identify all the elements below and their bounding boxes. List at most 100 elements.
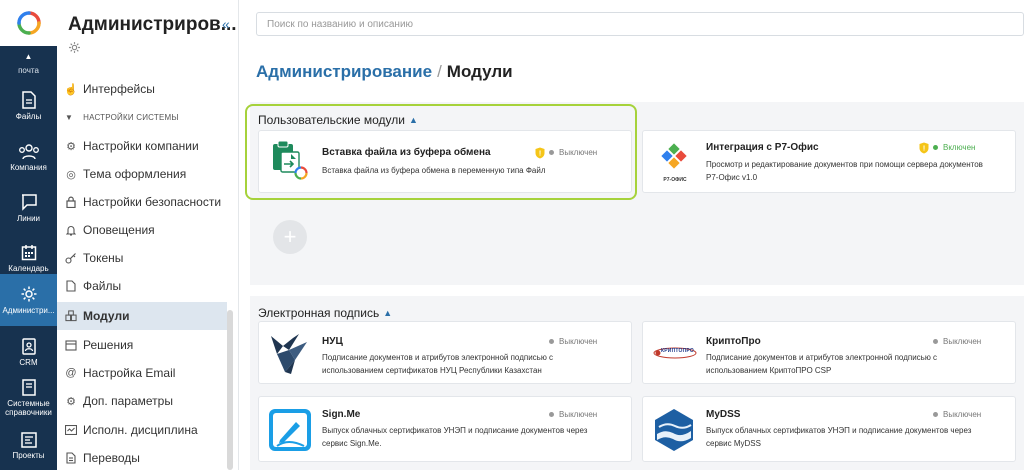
breadcrumb-root-link[interactable]: Администрирование <box>256 62 432 81</box>
translate-icon <box>65 452 77 464</box>
rail-item-label: CRM <box>19 357 38 367</box>
app-rail: ▲ почта Файлы Компания Линии Календарь А… <box>0 0 57 470</box>
rail-item-mail-label[interactable]: почта <box>0 66 57 75</box>
plus-icon: + <box>283 224 297 249</box>
sidebar-scrollbar[interactable] <box>227 310 233 470</box>
rail-item-administration[interactable]: Администри... <box>0 274 57 326</box>
rail-item-label: Календарь <box>8 263 49 273</box>
shield-icon: ! <box>919 141 929 159</box>
rail-item-label: Файлы <box>15 112 42 121</box>
logo-icon <box>16 11 41 35</box>
sidebar-item-label: Файлы <box>83 279 122 293</box>
chat-icon <box>21 194 37 211</box>
people-icon <box>18 144 39 160</box>
section-title-label: Электронная подпись <box>258 306 380 320</box>
module-status-label: Выключен <box>559 337 598 346</box>
nuc-logo-icon <box>269 332 309 381</box>
sidebar-item-company-settings[interactable]: ⚙ Настройки компании <box>57 132 227 160</box>
highlight-frame <box>245 104 637 200</box>
sidebar-item-label: Переводы <box>83 451 140 465</box>
sidebar-item-files[interactable]: Файлы <box>57 272 227 300</box>
signme-logo-icon <box>268 408 312 457</box>
status-dot <box>933 412 938 417</box>
status-dot <box>549 339 554 344</box>
sidebar-item-label: Доп. параметры <box>83 394 173 408</box>
sidebar-item-security[interactable]: Настройки безопасности <box>57 188 227 216</box>
rail-item-projects[interactable]: Проекты <box>0 420 57 470</box>
sliders-icon: ⚙ <box>66 140 76 153</box>
module-card-mydss[interactable]: MyDSS Выключен Выпуск облачных сертифика… <box>642 396 1016 462</box>
book-icon <box>21 379 36 396</box>
sidebar-settings-icon[interactable] <box>68 41 81 59</box>
rail-item-label: Компания <box>10 163 47 172</box>
chevron-up-icon: ▲ <box>383 308 393 318</box>
r7-office-logo-caption: Р7-ОФИС <box>663 177 687 183</box>
sidebar-item-solutions[interactable]: Решения <box>57 331 227 359</box>
sidebar-item-label: Тема оформления <box>83 167 187 181</box>
key-icon <box>65 252 77 264</box>
rail-item-company[interactable]: Компания <box>0 132 57 184</box>
add-module-button[interactable]: + <box>273 220 307 254</box>
module-description: Просмотр и редактирование документов при… <box>706 160 983 182</box>
sidebar-section-label: НАСТРОЙКИ СИСТЕМЫ <box>83 113 179 122</box>
module-status: Выключен <box>549 410 597 419</box>
solutions-icon <box>65 339 77 351</box>
interface-icon: ☝ <box>64 83 78 96</box>
module-name: MyDSS <box>706 409 741 420</box>
rail-scroll-up-icon[interactable]: ▲ <box>0 52 57 61</box>
palette-icon: ◎ <box>66 168 76 181</box>
module-card-cryptopro[interactable]: КРИПТОПРО КриптоПро Выключен Подписание … <box>642 321 1016 384</box>
sidebar-item-label: Модули <box>83 309 130 323</box>
cryptopro-logo-caption: КРИПТОПРО <box>661 348 694 354</box>
caret-down-icon: ▼ <box>65 113 74 122</box>
collapse-sidebar-icon[interactable]: « <box>222 16 230 32</box>
status-dot <box>933 339 938 344</box>
module-card-r7-office[interactable]: Р7-ОФИС Интеграция с Р7-Офис ! Включен П… <box>642 130 1016 193</box>
admin-sidebar: Администриров... « ☝ Интерфейсы ▼ НАСТРО… <box>57 0 239 470</box>
sidebar-item-notifications[interactable]: Оповещения <box>57 216 227 244</box>
module-status: Выключен <box>549 337 597 346</box>
module-status-label: Выключен <box>943 337 982 346</box>
bell-icon <box>65 224 77 236</box>
module-status-label: Выключен <box>943 410 982 419</box>
sidebar-item-translations[interactable]: Переводы <box>57 444 227 470</box>
rail-item-lines[interactable]: Линии <box>0 182 57 234</box>
file-icon <box>65 280 77 292</box>
cryptopro-logo-icon: КРИПТОПРО <box>653 346 697 364</box>
module-name: Sign.Me <box>322 409 361 420</box>
module-status: Включен <box>933 143 975 152</box>
sidebar-item-modules[interactable]: Модули <box>57 302 227 330</box>
r7-office-logo-icon: Р7-ОФИС <box>655 143 695 183</box>
sidebar-item-label: Оповещения <box>83 223 155 237</box>
rail-item-files[interactable]: Файлы <box>0 80 57 132</box>
status-dot <box>549 412 554 417</box>
sidebar-item-label: Настройка Email <box>83 366 176 380</box>
sidebar-section-system-settings[interactable]: ▼ НАСТРОЙКИ СИСТЕМЫ <box>65 113 179 122</box>
sidebar-item-discipline[interactable]: Исполн. дисциплина <box>57 416 227 444</box>
mydss-logo-icon <box>651 407 697 458</box>
module-status-label: Выключен <box>559 410 598 419</box>
module-description: Подписание документов и атрибутов электр… <box>322 353 554 375</box>
sidebar-item-interfaces[interactable]: ☝ Интерфейсы <box>57 75 227 103</box>
app-logo[interactable] <box>0 0 57 46</box>
module-description: Выпуск облачных сертификатов УНЭП и подп… <box>706 426 972 448</box>
module-card-nuc[interactable]: НУЦ Выключен Подписание документов и атр… <box>258 321 632 384</box>
module-name: НУЦ <box>322 336 343 347</box>
breadcrumb-separator: / <box>437 62 442 81</box>
sidebar-item-label: Интерфейсы <box>83 82 155 96</box>
svg-text:!: ! <box>923 146 925 153</box>
sidebar-item-theme[interactable]: ◎ Тема оформления <box>57 160 227 188</box>
calendar-icon <box>21 244 36 260</box>
rail-item-directories[interactable]: Системные справочники <box>0 370 57 426</box>
search-input[interactable] <box>256 12 1024 36</box>
sidebar-item-email-settings[interactable]: @ Настройка Email <box>57 359 227 387</box>
crm-icon <box>21 337 36 355</box>
sidebar-item-extra-params[interactable]: ⚙ Доп. параметры <box>57 387 227 415</box>
sidebar-title: Администриров... <box>68 14 237 35</box>
section-title-e-signature[interactable]: Электронная подпись ▲ <box>258 306 392 320</box>
module-card-signme[interactable]: Sign.Me Выключен Выпуск облачных сертифи… <box>258 396 632 462</box>
module-status: Выключен <box>933 410 981 419</box>
module-name: КриптоПро <box>706 336 761 347</box>
sidebar-item-tokens[interactable]: Токены <box>57 244 227 272</box>
module-status-label: Включен <box>943 143 976 152</box>
